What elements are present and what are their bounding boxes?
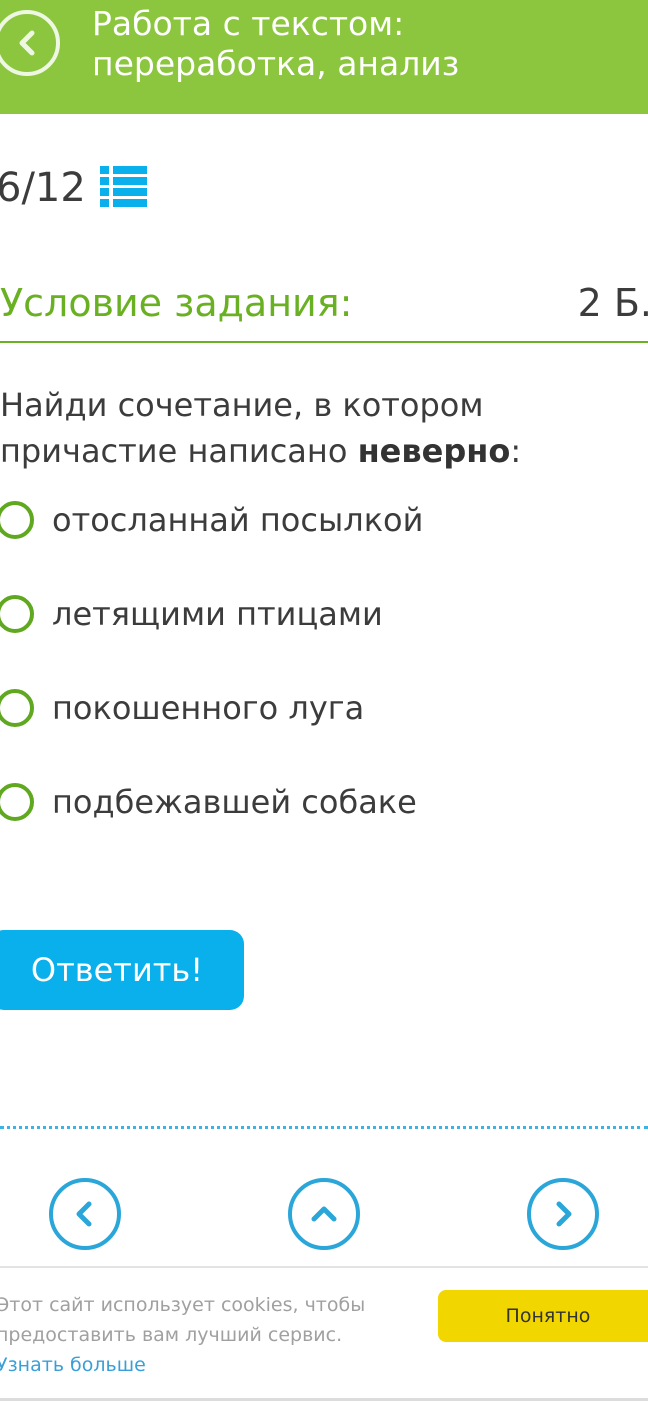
radio-button[interactable] — [0, 595, 34, 633]
radio-button[interactable] — [0, 783, 34, 821]
prev-question-button[interactable] — [49, 1178, 121, 1250]
next-question-button[interactable] — [527, 1178, 599, 1250]
cookie-message: Этот сайт использует cookies, чтобы пред… — [0, 1294, 366, 1346]
task-condition-title: Условие задания: — [0, 281, 353, 325]
page-header: Работа с текстом: переработка, анализ — [0, 0, 648, 114]
radio-button[interactable] — [0, 501, 34, 539]
scroll-up-button[interactable] — [288, 1178, 360, 1250]
radio-button[interactable] — [0, 689, 34, 727]
question-text: Найди сочетание, в котором причастие нап… — [0, 382, 640, 474]
answer-option-4[interactable]: подбежавшей собаке — [0, 777, 640, 827]
cookie-text: Этот сайт использует cookies, чтобы пред… — [0, 1290, 396, 1380]
bottom-divider — [0, 1398, 648, 1401]
list-icon[interactable] — [100, 165, 148, 209]
answer-option-label: покошенного луга — [52, 689, 365, 727]
page-title: Работа с текстом: переработка, анализ — [92, 4, 460, 83]
answer-option-label: отосланнай посылкой — [52, 501, 424, 539]
question-counter: 6/12 — [0, 165, 86, 211]
learn-more-link[interactable]: Узнать больше — [0, 1354, 146, 1376]
cookie-banner: Этот сайт использует cookies, чтобы пред… — [0, 1266, 648, 1406]
answer-option-3[interactable]: покошенного луга — [0, 683, 640, 733]
answer-button[interactable]: Ответить! — [0, 930, 244, 1010]
chevron-left-icon — [76, 1201, 92, 1227]
dotted-divider — [0, 1126, 648, 1129]
answer-option-2[interactable]: летящими птицами — [0, 589, 640, 639]
chevron-left-icon — [19, 30, 35, 56]
answer-option-label: подбежавшей собаке — [52, 783, 417, 821]
question-text-bold: неверно — [357, 432, 511, 470]
condition-divider — [0, 341, 648, 343]
answer-option-label: летящими птицами — [52, 595, 383, 633]
task-points: 2 Б. — [577, 281, 648, 325]
back-button[interactable] — [0, 10, 60, 76]
accept-cookies-button[interactable]: Понятно — [438, 1290, 648, 1342]
question-text-end: : — [510, 432, 522, 470]
answer-option-1[interactable]: отосланнай посылкой — [0, 495, 640, 545]
chevron-right-icon — [556, 1201, 572, 1227]
chevron-up-icon — [311, 1206, 337, 1222]
